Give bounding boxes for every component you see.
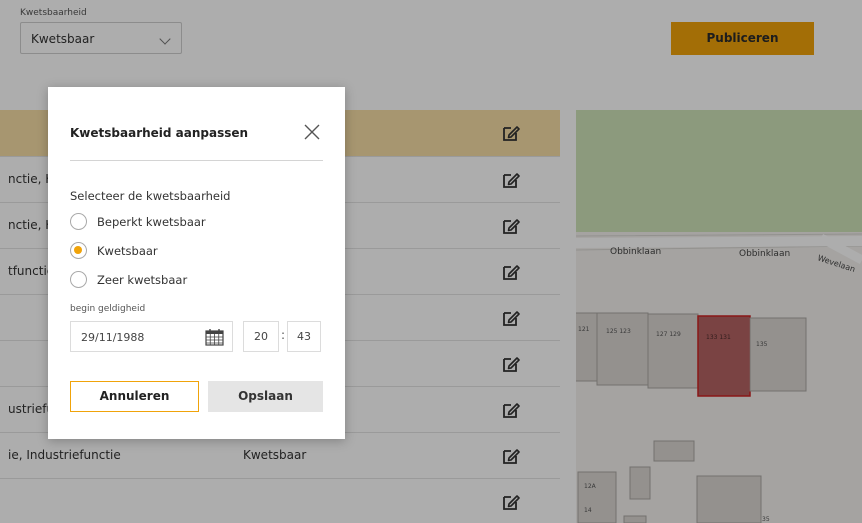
save-button[interactable]: Opslaan xyxy=(208,381,323,412)
radio-label: Kwetsbaar xyxy=(97,244,158,258)
start-date-input[interactable]: 29/11/1988 xyxy=(70,321,233,352)
start-validity-label: begin geldigheid xyxy=(70,304,146,314)
vulnerability-section-label: Selecteer de kwetsbaarheid xyxy=(70,189,231,203)
radio-unchecked-icon[interactable] xyxy=(70,213,87,230)
cancel-button[interactable]: Annuleren xyxy=(70,381,199,412)
edit-vulnerability-dialog: Kwetsbaarheid aanpassen Selecteer de kwe… xyxy=(48,87,345,439)
radio-label: Beperkt kwetsbaar xyxy=(97,215,206,229)
radio-unchecked-icon[interactable] xyxy=(70,271,87,288)
radio-label: Zeer kwetsbaar xyxy=(97,273,188,287)
radio-beperkt-kwetsbaar[interactable]: Beperkt kwetsbaar xyxy=(70,212,310,232)
close-icon[interactable] xyxy=(303,123,321,141)
hours-input[interactable]: 20 xyxy=(243,321,279,352)
dialog-content: Kwetsbaarheid aanpassen Selecteer de kwe… xyxy=(57,96,336,430)
radio-kwetsbaar[interactable]: Kwetsbaar xyxy=(70,241,310,261)
minutes-input[interactable]: 43 xyxy=(287,321,321,352)
dialog-title: Kwetsbaarheid aanpassen xyxy=(70,126,249,140)
calendar-icon[interactable] xyxy=(205,328,224,346)
dialog-divider xyxy=(70,160,323,161)
radio-zeer-kwetsbaar[interactable]: Zeer kwetsbaar xyxy=(70,270,310,290)
time-separator: : xyxy=(281,328,286,342)
radio-checked-icon[interactable] xyxy=(70,242,87,259)
start-date-value: 29/11/1988 xyxy=(81,331,145,344)
